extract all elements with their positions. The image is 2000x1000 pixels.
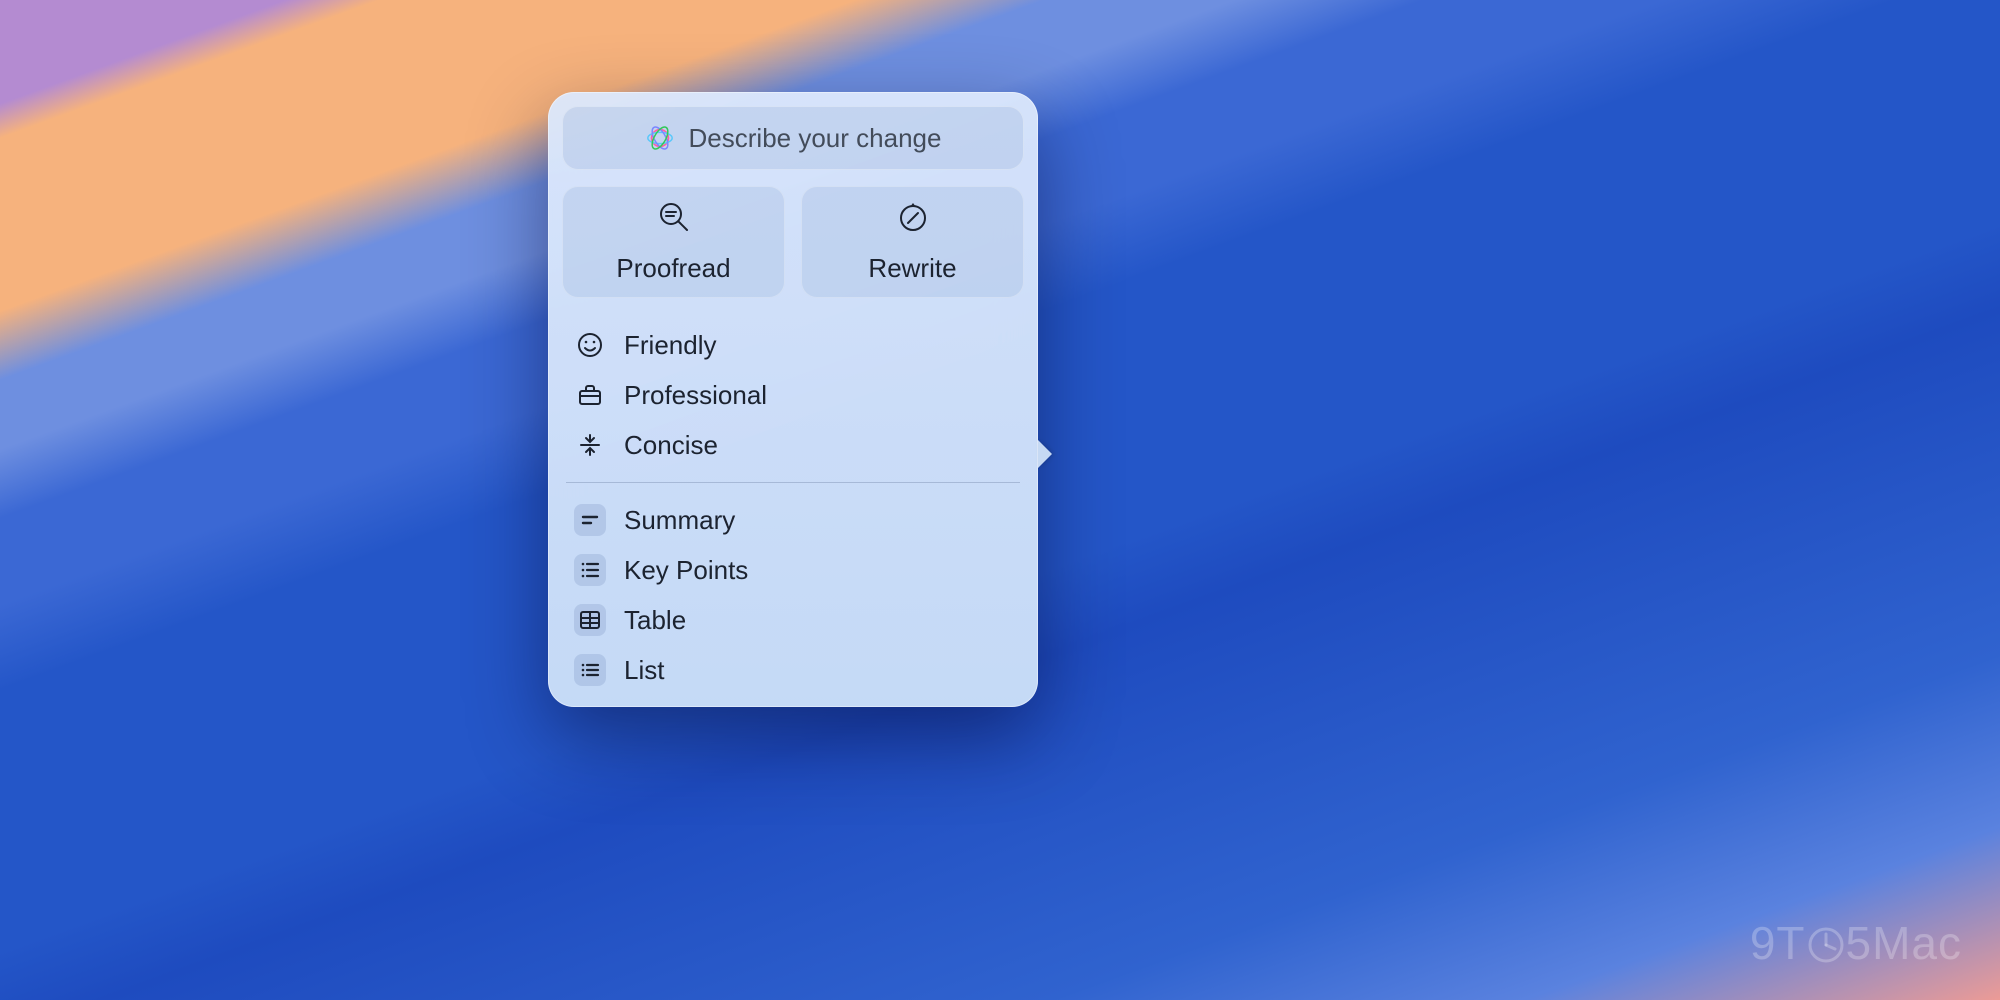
collapse-icon xyxy=(574,429,606,461)
format-keypoints[interactable]: Key Points xyxy=(574,545,1012,595)
tone-professional-label: Professional xyxy=(624,380,767,411)
desktop-wallpaper: Describe your change Proofread xyxy=(0,0,2000,1000)
list-bullets-icon xyxy=(574,654,606,686)
format-summary[interactable]: Summary xyxy=(574,495,1012,545)
format-keypoints-label: Key Points xyxy=(624,555,748,586)
format-options: Summary Key Points xyxy=(562,495,1024,695)
table-grid-icon xyxy=(574,604,606,636)
proofread-magnifier-icon xyxy=(657,200,691,241)
writing-tools-popover: Describe your change Proofread xyxy=(548,92,1038,707)
format-table[interactable]: Table xyxy=(574,595,1012,645)
apple-intelligence-icon xyxy=(645,123,675,153)
tone-friendly-label: Friendly xyxy=(624,330,716,361)
summary-lines-icon xyxy=(574,504,606,536)
describe-change-input[interactable]: Describe your change xyxy=(562,106,1024,170)
describe-change-placeholder: Describe your change xyxy=(689,123,942,154)
primary-actions: Proofread Rewrite xyxy=(562,186,1024,298)
smile-icon xyxy=(574,329,606,361)
format-summary-label: Summary xyxy=(624,505,735,536)
tone-options: Friendly Professional xyxy=(562,320,1024,470)
format-table-label: Table xyxy=(624,605,686,636)
rewrite-compose-icon xyxy=(896,200,930,241)
proofread-button[interactable]: Proofread xyxy=(562,186,785,298)
format-list[interactable]: List xyxy=(574,645,1012,695)
tone-professional[interactable]: Professional xyxy=(574,370,1012,420)
tone-friendly[interactable]: Friendly xyxy=(574,320,1012,370)
format-list-label: List xyxy=(624,655,664,686)
tone-concise-label: Concise xyxy=(624,430,718,461)
menu-separator xyxy=(566,482,1020,483)
rewrite-label: Rewrite xyxy=(868,253,956,284)
briefcase-icon xyxy=(574,379,606,411)
proofread-label: Proofread xyxy=(616,253,730,284)
watermark-9to5mac: 9T5Mac xyxy=(1750,916,1962,970)
keypoints-bullets-icon xyxy=(574,554,606,586)
rewrite-button[interactable]: Rewrite xyxy=(801,186,1024,298)
tone-concise[interactable]: Concise xyxy=(574,420,1012,470)
